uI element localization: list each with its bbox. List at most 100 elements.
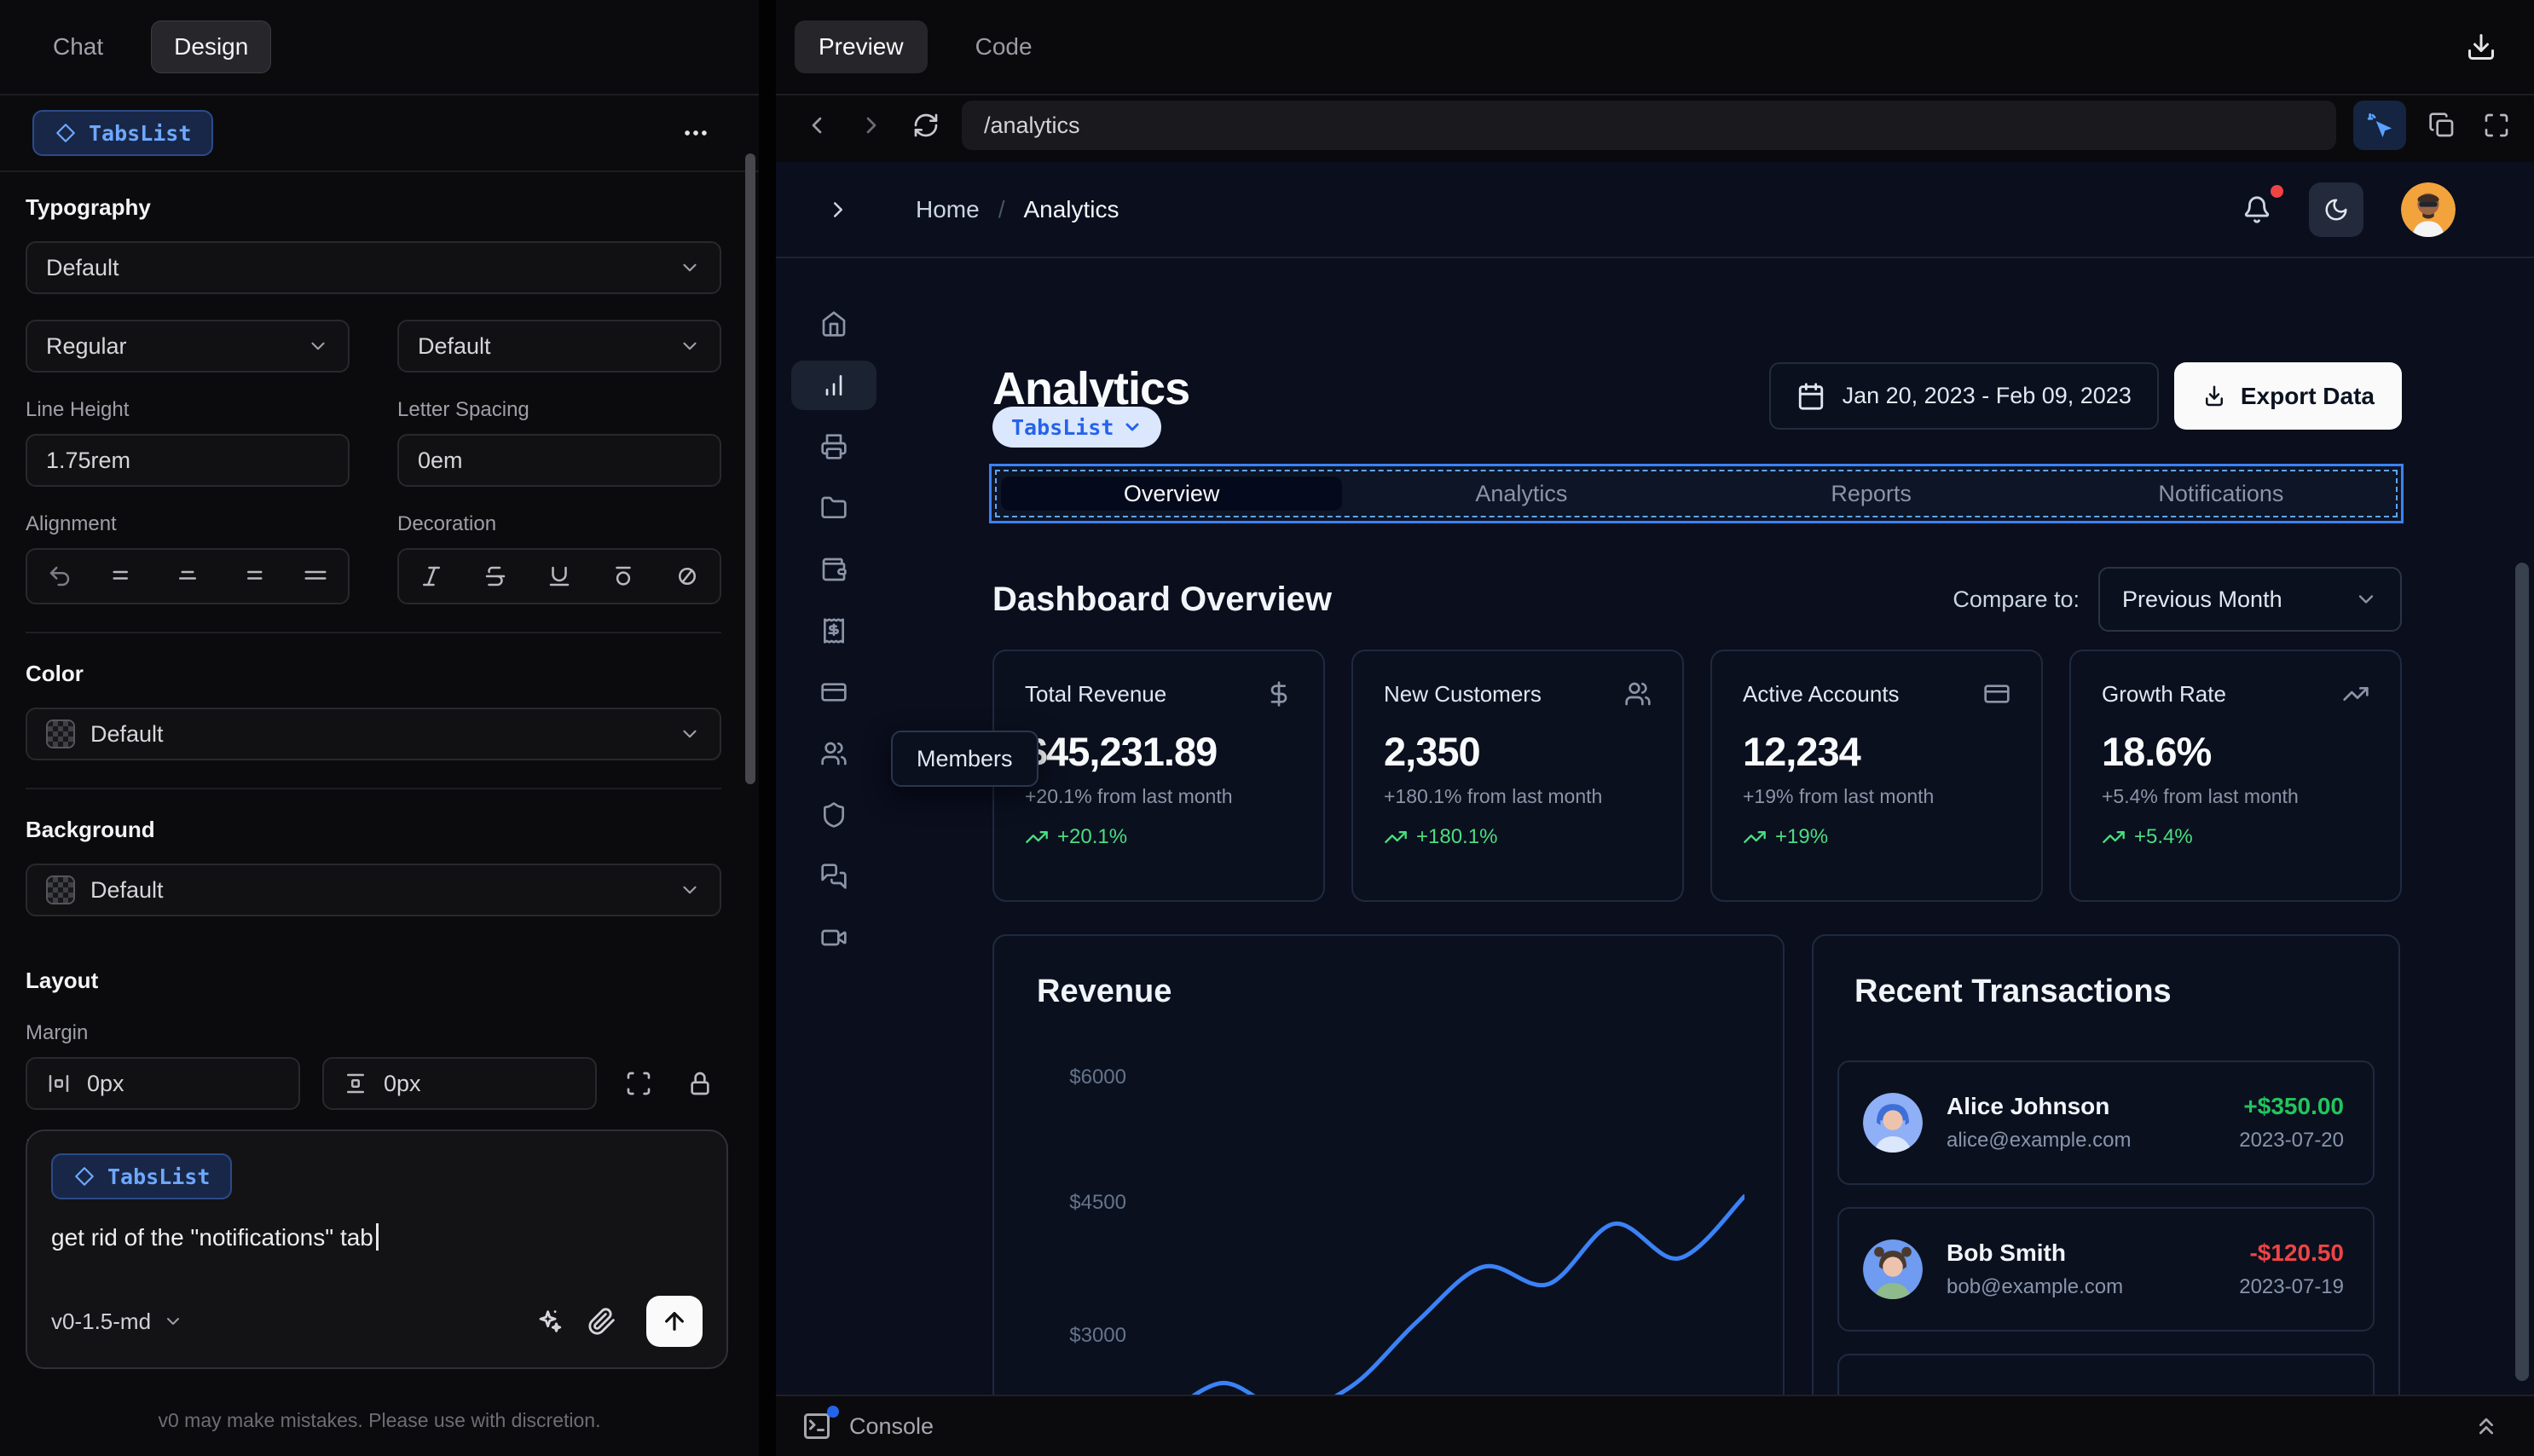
overline-icon[interactable] — [610, 563, 636, 589]
line-height-value: 1.75rem — [46, 447, 131, 473]
attach-file-button[interactable] — [581, 1301, 622, 1342]
messages-icon — [821, 864, 847, 889]
export-data-button[interactable]: Export Data — [2173, 362, 2402, 430]
preview-tabbar: Preview Code — [776, 0, 2534, 95]
no-decoration-icon[interactable] — [674, 563, 700, 589]
letter-spacing-input[interactable]: 0em — [397, 434, 721, 487]
rail-messages-button[interactable] — [791, 852, 876, 901]
color-select[interactable]: Default — [26, 708, 721, 760]
inspect-mode-button[interactable] — [2353, 101, 2406, 150]
rail-security-button[interactable] — [791, 790, 876, 840]
app-scrollbar[interactable] — [2515, 563, 2529, 1381]
selection-overlay-chip[interactable]: TabsList — [992, 407, 1162, 448]
transaction-email: alice@example.com — [1947, 1129, 2132, 1152]
tab-preview[interactable]: Preview — [795, 20, 928, 73]
tab-chat[interactable]: Chat — [31, 21, 125, 72]
ellipsis-icon — [685, 130, 707, 136]
rail-analytics-button[interactable] — [791, 361, 876, 410]
console-toggle[interactable] — [801, 1406, 839, 1442]
avatar-image — [2401, 182, 2456, 237]
tab-analytics[interactable]: Analytics — [1346, 471, 1696, 516]
rendered-app: Home / Analytics Members Analytics Jan 2… — [776, 162, 2534, 1395]
avatar — [1863, 1239, 1923, 1299]
transaction-row-partial[interactable] — [1837, 1354, 2375, 1395]
chevrons-up-icon[interactable] — [2473, 1413, 2500, 1440]
align-justify-icon[interactable] — [303, 563, 328, 589]
tab-notifications[interactable]: Notifications — [2046, 471, 2396, 516]
shield-icon — [824, 802, 844, 828]
breadcrumb-home[interactable]: Home — [916, 196, 980, 223]
divider — [26, 788, 721, 789]
composer-context-chip[interactable]: TabsList — [51, 1153, 233, 1199]
rail-files-button[interactable] — [791, 483, 876, 533]
notifications-button[interactable] — [2242, 184, 2283, 224]
rail-cards-button[interactable] — [791, 667, 876, 717]
download-button[interactable] — [2462, 28, 2500, 66]
rail-members-button[interactable] — [791, 729, 876, 778]
rail-receipts-button[interactable] — [791, 606, 876, 656]
transaction-row[interactable]: Bob Smith bob@example.com -$120.50 2023-… — [1837, 1207, 2375, 1332]
composer-input[interactable]: get rid of the "notifications" tab — [51, 1223, 703, 1251]
strikethrough-icon[interactable] — [483, 563, 508, 589]
preview-panel: Preview Code /analytics Home / Analytics… — [776, 0, 2534, 1456]
url-input[interactable]: /analytics — [962, 101, 2336, 150]
compare-select[interactable]: Previous Month — [2098, 567, 2402, 632]
margin-x-input[interactable]: 0px — [26, 1057, 300, 1110]
margin-expand-button[interactable] — [619, 1064, 658, 1103]
refresh-button[interactable] — [907, 107, 945, 144]
background-select[interactable]: Default — [26, 864, 721, 916]
url-text: /analytics — [984, 112, 1080, 138]
fullscreen-button[interactable] — [2478, 107, 2515, 144]
tab-overview[interactable]: Overview — [1001, 477, 1343, 511]
font-size-select[interactable]: Default — [397, 320, 721, 373]
avatar — [1863, 1093, 1923, 1153]
send-button[interactable] — [646, 1296, 703, 1347]
breadcrumb-current: Analytics — [1023, 195, 1119, 222]
rail-video-button[interactable] — [791, 913, 876, 962]
console-bar[interactable]: Console — [776, 1395, 2534, 1456]
font-weight-select[interactable]: Regular — [26, 320, 350, 373]
decoration-label: Decoration — [397, 512, 497, 535]
rail-invoices-button[interactable] — [791, 422, 876, 471]
color-section-label: Color — [26, 661, 84, 686]
align-right-icon[interactable] — [239, 563, 264, 589]
font-family-select[interactable]: Default — [26, 241, 721, 294]
chevron-down-icon — [311, 342, 325, 350]
trending-up-icon — [2343, 687, 2369, 701]
enhance-prompt-button[interactable] — [529, 1301, 570, 1342]
transaction-date: 2023-07-20 — [2239, 1129, 2344, 1152]
user-avatar[interactable] — [2401, 182, 2456, 237]
align-center-icon[interactable] — [175, 563, 200, 589]
transaction-row[interactable]: Alice Johnson alice@example.com +$350.00… — [1837, 1060, 2375, 1185]
tab-code[interactable]: Code — [952, 20, 1056, 73]
stat-value: 18.6% — [2102, 729, 2212, 774]
composer-footer: v0-1.5-md — [51, 1296, 703, 1347]
back-button[interactable] — [798, 107, 836, 144]
color-swatch — [46, 719, 75, 748]
rail-home-button[interactable] — [791, 299, 876, 349]
stat-card-growth-rate: Growth Rate 18.6% +5.4% from last month … — [2069, 650, 2402, 902]
more-options-button[interactable] — [674, 111, 718, 155]
model-select[interactable]: v0-1.5-md — [51, 1309, 183, 1335]
margin-lock-button[interactable] — [680, 1064, 720, 1103]
italic-icon[interactable] — [419, 563, 444, 589]
sidebar-scrollbar[interactable] — [745, 153, 755, 784]
browser-toolbar: /analytics — [776, 95, 2534, 162]
margin-y-input[interactable]: 0px — [322, 1057, 597, 1110]
stat-card-total-revenue: Total Revenue $45,231.89 +20.1% from las… — [992, 650, 1325, 902]
align-left-icon[interactable] — [111, 563, 136, 589]
underline-icon[interactable] — [547, 563, 572, 589]
forward-button[interactable] — [853, 107, 890, 144]
selected-component-chip[interactable]: TabsList — [32, 110, 214, 156]
chat-composer[interactable]: TabsList get rid of the "notifications" … — [26, 1130, 728, 1369]
copy-button[interactable] — [2423, 107, 2461, 144]
tab-reports[interactable]: Reports — [1697, 471, 2046, 516]
download-icon — [2468, 34, 2494, 60]
line-height-input[interactable]: 1.75rem — [26, 434, 350, 487]
theme-toggle-button[interactable] — [2309, 182, 2363, 237]
rail-wallet-button[interactable] — [791, 545, 876, 594]
sidebar-toggle-icon[interactable] — [825, 197, 851, 222]
undo-icon[interactable] — [47, 563, 72, 589]
date-range-picker[interactable]: Jan 20, 2023 - Feb 09, 2023 — [1768, 362, 2159, 430]
tab-design[interactable]: Design — [151, 20, 272, 73]
